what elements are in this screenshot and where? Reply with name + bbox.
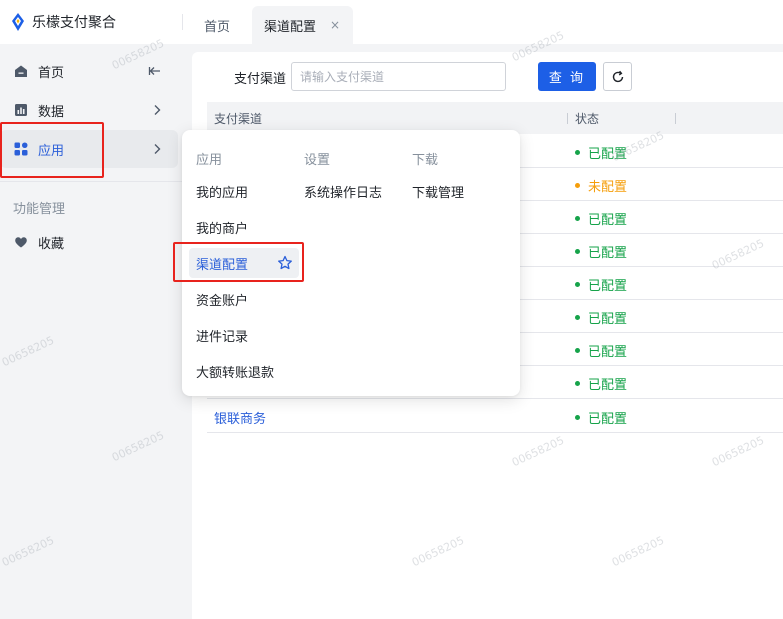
menu-item-label: 资金账户 (196, 293, 249, 309)
chevron-right-icon (154, 105, 161, 115)
channel-link[interactable]: 银联商务 (214, 408, 266, 427)
column-divider (567, 113, 568, 124)
status-dot (575, 348, 580, 353)
status-text: 已配置 (588, 213, 628, 228)
refresh-button[interactable] (603, 62, 632, 91)
sidebar-item-home[interactable]: 首页 (0, 52, 178, 90)
status-dot (575, 150, 580, 155)
menu-item-label: 我的商户 (196, 221, 249, 237)
column-header-status: 状态 (575, 111, 600, 126)
tab-home[interactable]: 首页 (192, 6, 242, 44)
status-badge: 已配置 (575, 308, 627, 327)
home-icon (15, 65, 27, 77)
status-dot (575, 415, 580, 420)
brand-logo-icon (12, 13, 24, 31)
menu-item-my-apps[interactable]: 我的应用 (196, 176, 248, 206)
sidebar-item-label: 首页 (38, 65, 65, 81)
chevron-right-icon (154, 144, 161, 154)
status-text: 已配置 (588, 345, 628, 360)
menu-column-header: 下载 (412, 153, 439, 168)
tabbar-divider (182, 14, 183, 30)
status-badge: 已配置 (575, 242, 627, 261)
query-button[interactable]: 查 询 (538, 62, 596, 91)
chart-icon (15, 104, 27, 116)
status-dot (575, 315, 580, 320)
status-badge: 未配置 (575, 176, 627, 195)
status-text: 已配置 (588, 147, 628, 162)
menu-column-header: 设置 (304, 153, 331, 168)
brand-name: 乐檬支付聚合 (32, 15, 116, 31)
menu-item-onboarding-records[interactable]: 进件记录 (196, 320, 248, 350)
status-dot (575, 183, 580, 188)
menu-item-label: 我的应用 (196, 185, 249, 201)
brand[interactable]: 乐檬支付聚合 (10, 11, 116, 33)
menu-column-header: 应用 (196, 153, 223, 168)
status-badge: 已配置 (575, 275, 627, 294)
status-text: 已配置 (588, 246, 628, 261)
status-dot (575, 381, 580, 386)
sidebar-item-label: 收藏 (38, 236, 65, 252)
menu-item-my-merchants[interactable]: 我的商户 (196, 212, 248, 242)
status-text: 已配置 (588, 312, 628, 327)
heart-icon (15, 237, 27, 248)
menu-item-system-log[interactable]: 系统操作日志 (304, 176, 382, 206)
top-bar: 乐檬支付聚合 首页 渠道配置 × (0, 0, 783, 44)
menu-item-fund-accounts[interactable]: 资金账户 (196, 284, 248, 314)
menu-item-label: 进件记录 (196, 329, 249, 345)
search-label: 支付渠道 (234, 72, 287, 87)
tab-channel-config[interactable]: 渠道配置 × (252, 6, 353, 44)
sidebar-item-favorites[interactable]: 收藏 (0, 223, 178, 261)
column-header-channel: 支付渠道 (214, 111, 263, 126)
highlight-box-apps (0, 122, 104, 178)
sidebar-divider (0, 181, 182, 182)
highlight-box-channel-config (173, 242, 304, 282)
column-divider (675, 113, 676, 124)
status-badge: 已配置 (575, 209, 627, 228)
sidebar-item-label: 数据 (38, 104, 65, 120)
search-input[interactable] (291, 62, 506, 91)
close-icon[interactable]: × (330, 18, 340, 32)
status-text: 已配置 (588, 378, 628, 393)
status-text: 未配置 (588, 180, 628, 195)
status-text: 已配置 (588, 279, 628, 294)
status-badge: 已配置 (575, 143, 627, 162)
collapse-icon[interactable] (148, 64, 162, 78)
menu-item-label: 大额转账退款 (196, 365, 275, 381)
status-dot (575, 216, 580, 221)
menu-item-large-transfer-refund[interactable]: 大额转账退款 (196, 356, 274, 386)
status-dot (575, 249, 580, 254)
status-badge: 已配置 (575, 374, 627, 393)
status-badge: 已配置 (575, 408, 627, 427)
tab-home-label: 首页 (204, 19, 231, 35)
table-row: 银联商务 已配置 (207, 400, 783, 433)
status-badge: 已配置 (575, 341, 627, 360)
menu-item-download-manager[interactable]: 下载管理 (412, 176, 464, 206)
sidebar-group-label: 功能管理 (13, 202, 66, 217)
refresh-icon (612, 70, 623, 82)
tab-channel-config-label: 渠道配置 (264, 19, 317, 35)
menu-item-label: 系统操作日志 (304, 185, 383, 201)
status-text: 已配置 (588, 412, 628, 427)
menu-item-label: 下载管理 (412, 185, 465, 201)
status-dot (575, 282, 580, 287)
